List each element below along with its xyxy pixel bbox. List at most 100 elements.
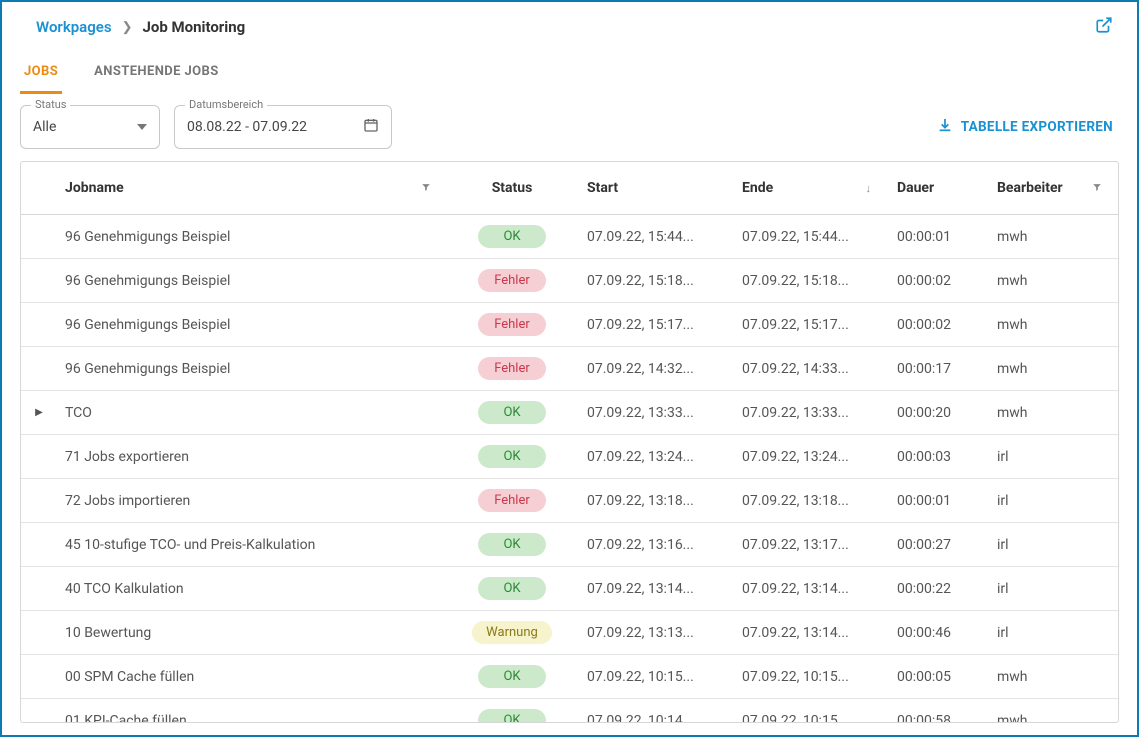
cell-end: 07.09.22, 13:18... <box>732 479 887 523</box>
status-badge: OK <box>478 665 546 688</box>
expand-toggle <box>21 699 57 724</box>
table-row[interactable]: 01 KPI-Cache füllenOK07.09.22, 10:14...0… <box>21 699 1118 724</box>
column-jobname[interactable]: Jobname <box>57 162 447 215</box>
cell-end: 07.09.22, 13:14... <box>732 611 887 655</box>
column-status[interactable]: Status <box>447 162 577 215</box>
cell-start: 07.09.22, 10:15... <box>577 655 732 699</box>
cell-duration: 00:00:22 <box>887 567 987 611</box>
cell-status: OK <box>447 523 577 567</box>
column-user[interactable]: Bearbeiter <box>987 162 1118 215</box>
cell-duration: 00:00:03 <box>887 435 987 479</box>
table-row[interactable]: 96 Genehmigungs BeispielFehler07.09.22, … <box>21 259 1118 303</box>
cell-user: mwh <box>987 655 1118 699</box>
expand-toggle <box>21 479 57 523</box>
expand-toggle <box>21 435 57 479</box>
table-row[interactable]: ▶TCOOK07.09.22, 13:33...07.09.22, 13:33.… <box>21 391 1118 435</box>
status-badge: Warnung <box>472 621 552 644</box>
column-duration[interactable]: Dauer <box>887 162 987 215</box>
cell-end: 07.09.22, 15:18... <box>732 259 887 303</box>
table-row[interactable]: 00 SPM Cache füllenOK07.09.22, 10:15...0… <box>21 655 1118 699</box>
cell-status: OK <box>447 567 577 611</box>
cell-start: 07.09.22, 15:18... <box>577 259 732 303</box>
chevron-down-icon <box>137 124 147 130</box>
column-start[interactable]: Start <box>577 162 732 215</box>
status-value: Alle <box>33 119 80 135</box>
cell-start: 07.09.22, 10:14... <box>577 699 732 724</box>
status-label: Status <box>31 98 70 111</box>
daterange-field[interactable]: Datumsbereich 08.08.22 - 07.09.22 <box>174 105 392 149</box>
status-badge: Fehler <box>478 313 546 336</box>
cell-duration: 00:00:02 <box>887 259 987 303</box>
column-end[interactable]: Ende ↓ <box>732 162 887 215</box>
cell-duration: 00:00:58 <box>887 699 987 724</box>
expand-toggle <box>21 611 57 655</box>
cell-jobname: 10 Bewertung <box>57 611 447 655</box>
cell-user: mwh <box>987 259 1118 303</box>
status-select[interactable]: Status Alle <box>20 105 160 149</box>
cell-duration: 00:00:20 <box>887 391 987 435</box>
export-label: TABELLE EXPORTIEREN <box>961 119 1113 135</box>
expand-toggle <box>21 303 57 347</box>
expand-toggle <box>21 523 57 567</box>
cell-user: mwh <box>987 347 1118 391</box>
app-window: Workpages ❯ Job Monitoring JOBS ANSTEHEN… <box>0 0 1139 737</box>
cell-jobname: 71 Jobs exportieren <box>57 435 447 479</box>
arrow-down-icon[interactable]: ↓ <box>866 182 872 195</box>
cell-user: irl <box>987 567 1118 611</box>
cell-duration: 00:00:01 <box>887 479 987 523</box>
cell-jobname: 40 TCO Kalkulation <box>57 567 447 611</box>
cell-status: OK <box>447 215 577 259</box>
cell-status: OK <box>447 391 577 435</box>
cell-duration: 00:00:46 <box>887 611 987 655</box>
status-badge: OK <box>478 533 546 556</box>
cell-user: mwh <box>987 699 1118 724</box>
cell-jobname: 01 KPI-Cache füllen <box>57 699 447 724</box>
table-row[interactable]: 96 Genehmigungs Beispiel Fehler 07.09.22, … <box>21 303 1118 347</box>
cell-jobname: 96 Genehmigungs Beispiel <box>57 303 447 347</box>
calendar-icon <box>363 117 379 137</box>
daterange-value: 08.08.22 - 07.09.22 <box>187 119 331 135</box>
filters: Status Alle Datumsbereich 08.08.22 - 07.… <box>20 105 392 149</box>
cell-user: mwh <box>987 215 1118 259</box>
expand-toggle <box>21 215 57 259</box>
status-badge: Fehler <box>478 357 546 380</box>
table-row[interactable]: 72 Jobs importierenFehler07.09.22, 13:18… <box>21 479 1118 523</box>
status-badge: OK <box>478 445 546 468</box>
cell-status: Fehler <box>447 303 577 347</box>
table-row[interactable]: 45 10-stufige TCO- und Preis-Kalkulation… <box>21 523 1118 567</box>
cell-start: 07.09.22, 13:18... <box>577 479 732 523</box>
table-row[interactable]: 40 TCO KalkulationOK07.09.22, 13:14...07… <box>21 567 1118 611</box>
cell-user: irl <box>987 523 1118 567</box>
expand-toggle[interactable]: ▶ <box>21 391 57 435</box>
filter-icon[interactable] <box>1092 182 1102 195</box>
expand-toggle <box>21 567 57 611</box>
tab-pending-jobs[interactable]: ANSTEHENDE JOBS <box>90 54 222 94</box>
cell-jobname: 72 Jobs importieren <box>57 479 447 523</box>
cell-user: irl <box>987 435 1118 479</box>
cell-status: Fehler <box>447 479 577 523</box>
table-row[interactable]: 96 Genehmigungs BeispielOK07.09.22, 15:4… <box>21 215 1118 259</box>
cell-duration: 00:00:05 <box>887 655 987 699</box>
cell-end: 07.09.22, 13:17... <box>732 523 887 567</box>
cell-start: 07.09.22, 14:32... <box>577 347 732 391</box>
download-icon <box>937 117 953 137</box>
header: Workpages ❯ Job Monitoring <box>2 2 1137 48</box>
breadcrumb-root-link[interactable]: Workpages <box>36 18 112 36</box>
table-row[interactable]: 96 Genehmigungs BeispielFehler07.09.22, … <box>21 347 1118 391</box>
expand-toggle <box>21 655 57 699</box>
table-row[interactable]: 10 BewertungWarnung07.09.22, 13:13...07.… <box>21 611 1118 655</box>
tab-jobs[interactable]: JOBS <box>20 54 62 94</box>
cell-end: 07.09.22, 10:15... <box>732 699 887 724</box>
cell-end: 07.09.22, 13:33... <box>732 391 887 435</box>
cell-start: 07.09.22, 13:14... <box>577 567 732 611</box>
cell-duration: 00:00:01 <box>887 215 987 259</box>
cell-end: 07.09.22, 15:17... <box>732 303 887 347</box>
filter-icon[interactable] <box>421 182 431 195</box>
status-badge: OK <box>478 225 546 248</box>
expand-toggle <box>21 259 57 303</box>
open-external-icon[interactable] <box>1095 16 1113 38</box>
toolbar: Status Alle Datumsbereich 08.08.22 - 07.… <box>2 95 1137 161</box>
table-row[interactable]: 71 Jobs exportierenOK07.09.22, 13:24...0… <box>21 435 1118 479</box>
export-table-button[interactable]: TABELLE EXPORTIEREN <box>931 109 1119 145</box>
cell-user: mwh <box>987 391 1118 435</box>
